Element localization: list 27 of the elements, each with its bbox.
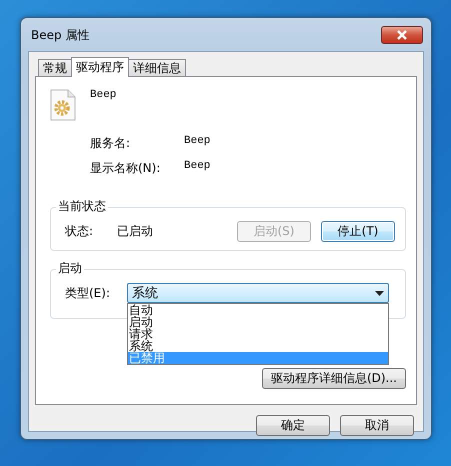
field-label: 服务名: [90,135,132,152]
close-button[interactable] [381,26,423,44]
type-label: 类型(E): [65,284,111,302]
dropdown-option[interactable]: 启动 [128,316,388,328]
startup-type-dropdown[interactable]: 系统 [127,283,389,303]
dialog-button[interactable]: 确定 [256,415,330,436]
field-label: 显示名称(N): [90,160,162,177]
dropdown-option[interactable]: 自动 [128,304,388,316]
service-button[interactable]: 停止(T) [321,220,395,242]
service-name: Beep [90,89,116,101]
dialog-button[interactable]: 取消 [340,415,414,436]
gear-file-icon [50,89,76,121]
window-title: Beep 属性 [31,26,90,44]
group-title: 当前状态 [56,199,108,214]
tab[interactable]: 详细信息 [128,59,186,76]
tab[interactable]: 常规 [38,59,72,76]
status-label: 状态: [65,222,94,240]
close-icon [396,30,408,40]
tab[interactable]: 驱动程序 [71,57,129,77]
driver-details-button[interactable]: 驱动程序详细信息(D)... [262,368,406,388]
status-value: 已启动 [117,222,153,240]
field-value: Beep [184,160,212,174]
group-title: 启动 [56,261,84,276]
dropdown-option[interactable]: 系统 [128,340,388,352]
dropdown-option[interactable]: 请求 [128,328,388,340]
field-value: Beep [184,135,212,149]
dropdown-arrow-icon [375,290,384,296]
